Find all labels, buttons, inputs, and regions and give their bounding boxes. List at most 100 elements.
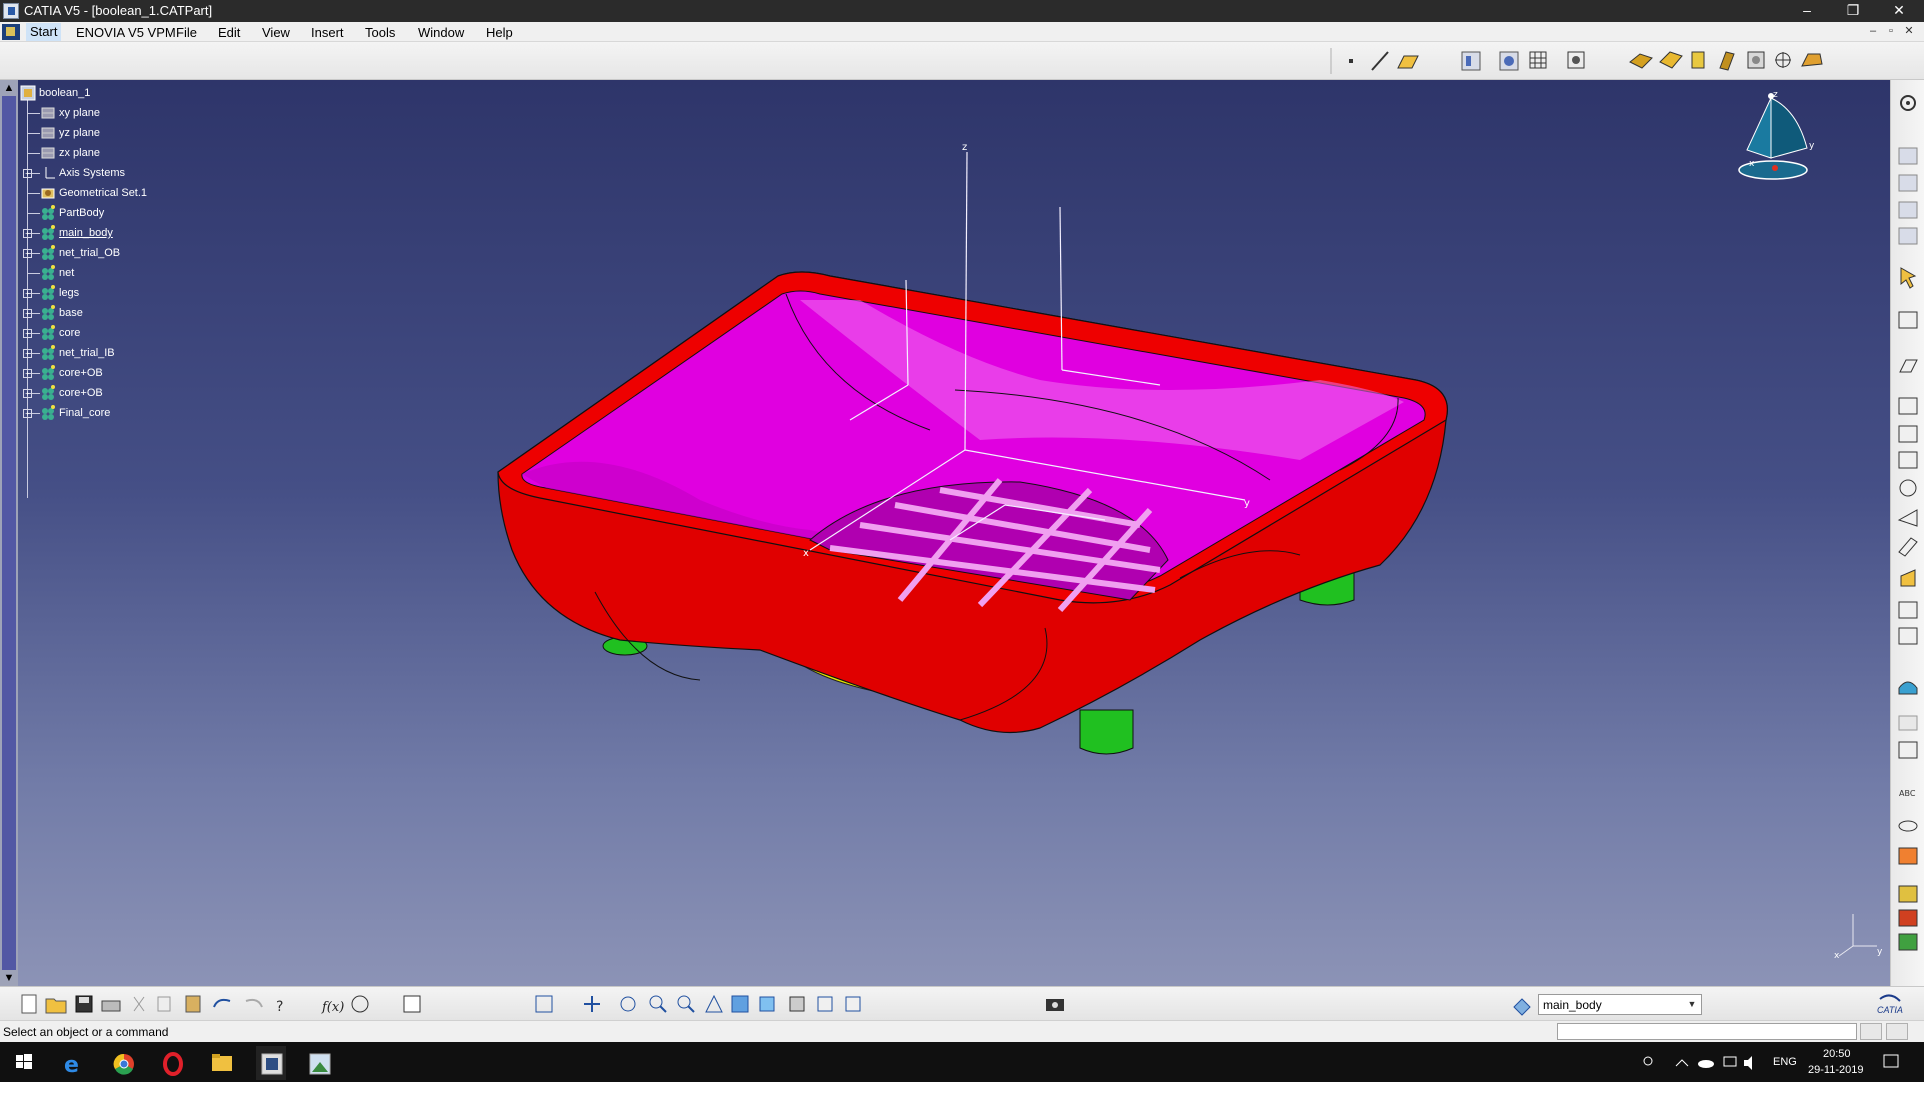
add-body-icon[interactable] (1898, 885, 1918, 903)
measure-icon[interactable] (1898, 311, 1918, 329)
table-icon[interactable] (403, 995, 421, 1013)
redo-icon[interactable] (245, 998, 263, 1008)
fit-all-icon[interactable] (1567, 51, 1585, 69)
tree-expand-toggle[interactable]: + (23, 329, 32, 338)
swap-visible-icon[interactable] (1499, 51, 1519, 71)
profile-icon[interactable] (1898, 227, 1918, 245)
tree-expand-toggle[interactable]: + (23, 169, 32, 178)
shaft-tool-icon[interactable] (1898, 425, 1918, 443)
tree-expand-toggle[interactable]: + (23, 309, 32, 318)
people-icon[interactable] (1643, 1056, 1653, 1066)
pad-icon[interactable] (1629, 53, 1653, 69)
select-cursor-icon[interactable] (1900, 267, 1917, 289)
windows-start-icon[interactable] (16, 1054, 32, 1069)
start-logo-icon[interactable] (2, 24, 20, 40)
tree-expand-toggle[interactable]: + (23, 409, 32, 418)
tree-expand-toggle[interactable]: + (23, 389, 32, 398)
knowledge-icon[interactable] (351, 995, 369, 1013)
solid-combine-icon[interactable] (1801, 53, 1823, 67)
hole-tool-icon[interactable] (1899, 479, 1917, 497)
close-button[interactable]: ✕ (1876, 0, 1922, 22)
hole-icon[interactable] (1747, 51, 1765, 69)
doc-minimize-button[interactable]: – (1864, 25, 1882, 37)
pocket-icon[interactable] (1659, 51, 1683, 69)
menu-edit[interactable]: Edit (218, 25, 240, 40)
open-file-icon[interactable] (45, 998, 67, 1014)
remove-body-icon[interactable] (1898, 933, 1918, 951)
menu-view[interactable]: View (262, 25, 290, 40)
line-icon[interactable] (1371, 51, 1389, 71)
cut-icon[interactable] (133, 996, 145, 1012)
surface-icon[interactable] (1898, 681, 1918, 695)
tree-expand-toggle[interactable]: + (23, 289, 32, 298)
clock-date[interactable]: 29-11-2019 (1808, 1064, 1863, 1076)
iso-view-icon[interactable] (759, 996, 775, 1012)
multi-view-icon[interactable] (731, 995, 749, 1013)
assemble-icon[interactable] (1898, 909, 1918, 927)
hide-show-icon[interactable] (817, 996, 833, 1012)
fillet-icon[interactable] (1897, 509, 1918, 527)
positioned-sketch-icon[interactable] (1898, 174, 1918, 192)
plane-icon[interactable] (1397, 55, 1419, 69)
annotation-abc-icon[interactable]: ABC (1899, 789, 1916, 798)
chrome-browser-icon[interactable] (113, 1053, 134, 1075)
normal-view-icon[interactable] (705, 994, 723, 1013)
part-model[interactable]: z y x (0, 80, 1890, 986)
pad-tool-icon[interactable] (1899, 359, 1918, 373)
network-icon[interactable] (1723, 1056, 1737, 1067)
notifications-icon[interactable] (1883, 1054, 1899, 1068)
capture-icon[interactable] (1046, 999, 1064, 1011)
settings-gear-icon[interactable] (1900, 95, 1916, 111)
restore-button[interactable]: ❐ (1830, 0, 1876, 22)
print-icon[interactable] (101, 1000, 121, 1012)
menu-window[interactable]: Window (418, 25, 464, 40)
onedrive-icon[interactable] (1698, 1060, 1714, 1068)
thickness-icon[interactable] (1898, 627, 1918, 645)
draft-icon[interactable] (1900, 569, 1916, 587)
point-icon[interactable] (1349, 59, 1353, 63)
constraint-icon[interactable] (1898, 820, 1918, 832)
pocket-tool-icon[interactable] (1898, 397, 1918, 415)
scaling-icon[interactable] (1898, 741, 1918, 759)
clock-time[interactable]: 20:50 (1823, 1048, 1851, 1060)
whats-this-icon[interactable]: ? (276, 999, 283, 1015)
menu-help[interactable]: Help (486, 25, 513, 40)
formula-icon[interactable]: f(x) (321, 1000, 344, 1015)
zoom-in-icon[interactable] (649, 995, 667, 1013)
shell-icon[interactable] (1898, 601, 1918, 619)
chamfer-icon[interactable] (1898, 537, 1918, 557)
tree-expand-toggle[interactable]: + (23, 349, 32, 358)
photos-taskbar-icon[interactable] (309, 1053, 331, 1075)
undo-icon[interactable] (213, 998, 231, 1008)
rib-tool-icon[interactable] (1898, 451, 1918, 469)
menu-start[interactable]: Start (26, 23, 62, 41)
fit-all-in-icon[interactable] (535, 995, 553, 1013)
doc-restore-button[interactable]: ▫ (1882, 25, 1900, 37)
chevron-down-icon[interactable]: ▼ (1685, 997, 1699, 1012)
paste-icon[interactable] (185, 995, 201, 1013)
language-indicator[interactable]: ENG (1773, 1056, 1797, 1068)
tree-expand-toggle[interactable]: + (23, 229, 32, 238)
3d-viewport[interactable]: ▲ ▼ z y x z x y y x boolean_1 xy plane y… (0, 80, 1890, 986)
pan-icon[interactable] (584, 996, 600, 1012)
file-explorer-icon[interactable] (212, 1054, 232, 1071)
swap-space-icon[interactable] (845, 996, 861, 1012)
tree-expand-toggle[interactable]: + (23, 369, 32, 378)
menu-insert[interactable]: Insert (311, 25, 344, 40)
command-input[interactable] (1557, 1023, 1857, 1040)
command-cancel-button[interactable] (1886, 1023, 1908, 1040)
shaft-icon[interactable] (1691, 51, 1705, 69)
rotate-icon[interactable] (620, 996, 636, 1012)
minimize-button[interactable]: – (1784, 0, 1830, 22)
rib-icon[interactable] (1775, 52, 1791, 68)
command-ok-button[interactable] (1860, 1023, 1882, 1040)
sketch-output-icon[interactable] (1898, 201, 1918, 219)
new-file-icon[interactable] (21, 994, 37, 1014)
transform-icon[interactable] (1898, 715, 1918, 731)
doc-close-button[interactable]: ✕ (1900, 24, 1918, 37)
compass-icon[interactable]: z x y (1735, 90, 1845, 200)
tree-expand-toggle[interactable]: + (23, 249, 32, 258)
menu-file[interactable]: File (176, 25, 197, 40)
edge-browser-icon[interactable]: e (64, 1053, 79, 1078)
groove-icon[interactable] (1719, 51, 1735, 71)
